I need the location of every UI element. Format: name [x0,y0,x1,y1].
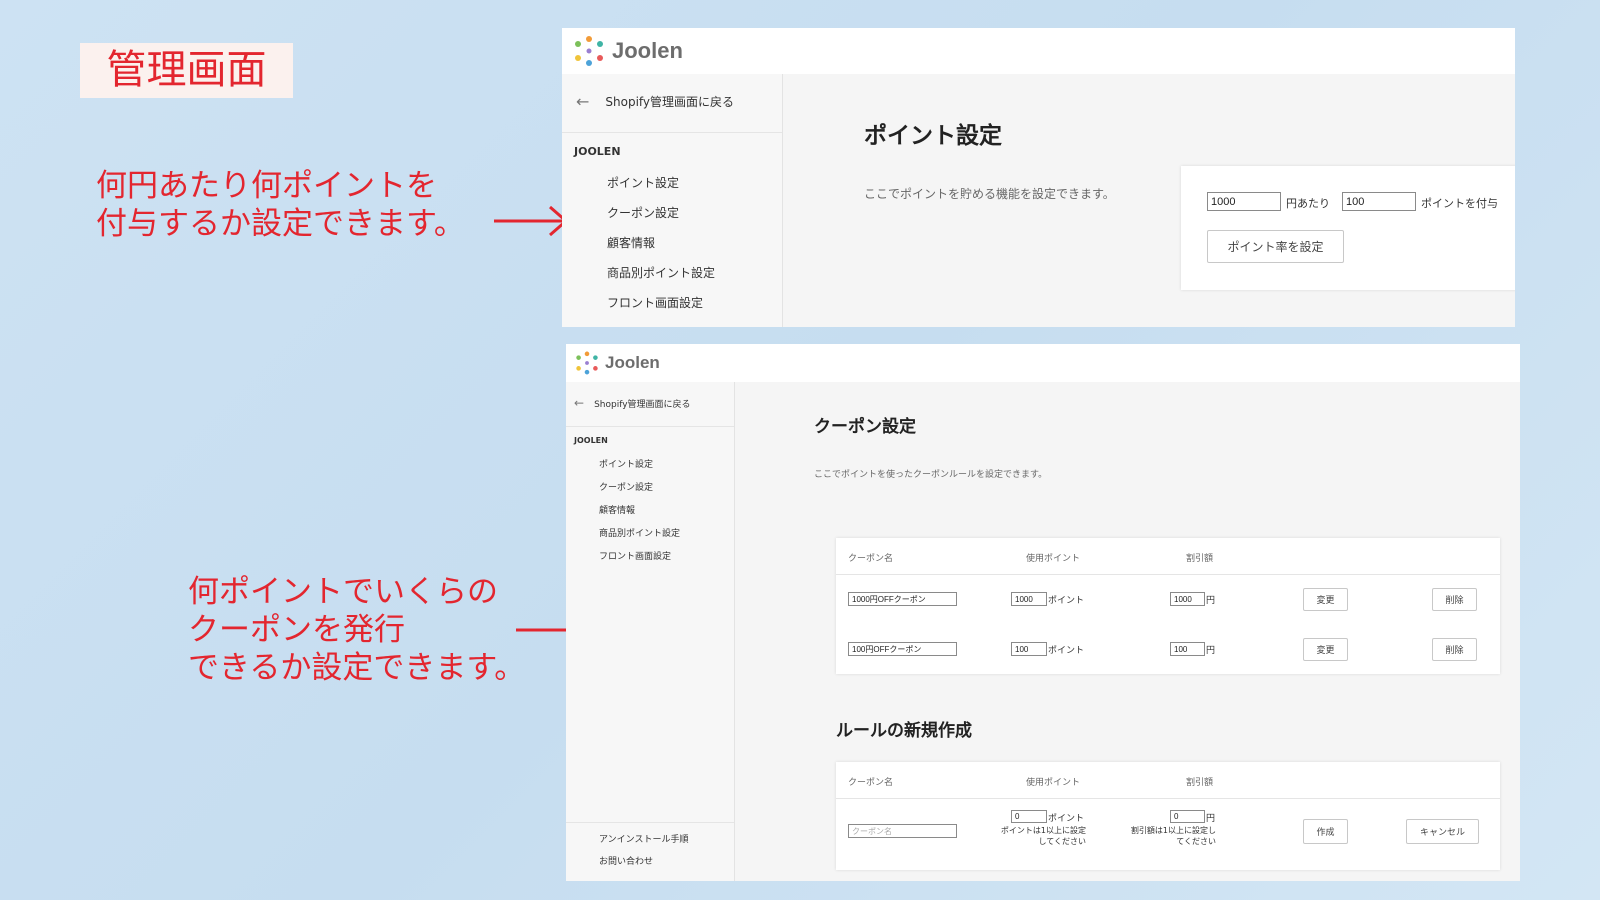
sidebar-item-points[interactable]: ポイント設定 [607,174,679,191]
annotation-coupons: 何ポイントでいくらの クーポンを発行 できるか設定できます。 [188,573,525,687]
sidebar-item-points[interactable]: ポイント設定 [599,457,653,470]
divider [836,574,1500,575]
hint-line: 割引額は1以上に設定し [1130,826,1216,835]
app-header: Joolen [562,28,1515,74]
set-point-rate-button[interactable]: ポイント率を設定 [1207,230,1344,263]
new-rule-heading: ルールの新規作成 [836,721,972,741]
annotation-line: クーポンを発行 [188,612,405,648]
logo-text: Joolen [612,38,683,63]
cancel-button[interactable]: キャンセル [1406,819,1479,844]
edit-coupon-button[interactable]: 変更 [1303,638,1348,661]
divider [836,798,1500,799]
sidebar: ← Shopify管理画面に戻る JOOLEN ポイント設定 クーポン設定 顧客… [566,382,735,881]
back-label: Shopify管理画面に戻る [605,95,735,109]
sidebar-item-front-settings[interactable]: フロント画面設定 [599,549,671,562]
hint-line: してください [1038,837,1086,846]
annotation-points: 何円あたり何ポイントを 付与するか設定できます。 [96,167,465,243]
coupon-points-input[interactable]: 1000 [1011,592,1047,606]
delete-coupon-button[interactable]: 削除 [1432,588,1477,611]
edit-coupon-button[interactable]: 変更 [1303,588,1348,611]
points-unit: ポイント [1048,596,1085,606]
sidebar-item-coupons[interactable]: クーポン設定 [599,480,653,493]
main-content: ポイント設定 ここでポイントを貯める機能を設定できます。 1000 円あたり 1… [783,74,1515,327]
sidebar-item-product-points[interactable]: 商品別ポイント設定 [599,526,680,539]
column-header-name: クーポン名 [848,554,894,564]
column-header-name: クーポン名 [848,778,894,788]
page-title: クーポン設定 [814,417,916,437]
page-title: ポイント設定 [864,123,1002,149]
annotation-line: できるか設定できます。 [188,650,526,686]
points-amount-input[interactable]: 100 [1342,192,1416,211]
column-header-points: 使用ポイント [1026,778,1081,788]
back-label: Shopify管理画面に戻る [594,399,691,410]
uninstall-guide-link[interactable]: アンインストール手順 [599,832,688,845]
create-rule-button[interactable]: 作成 [1303,819,1348,844]
yen-amount-input[interactable]: 1000 [1207,192,1281,211]
back-to-shopify-link[interactable]: ← Shopify管理画面に戻る [574,396,691,410]
yen-unit: 円 [1206,646,1216,656]
main-content: クーポン設定 ここでポイントを使ったクーポンルールを設定できます。 クーポン名 … [735,382,1520,881]
hint-line: ポイントは1以上に設定 [1000,826,1086,835]
new-points-input[interactable]: 0 [1011,810,1047,823]
coupon-points-input[interactable]: 100 [1011,642,1047,656]
coupon-name-input[interactable]: 100円OFFクーポン [848,642,957,656]
new-coupon-name-input[interactable]: クーポン名 [848,824,957,838]
sidebar-item-product-points[interactable]: 商品別ポイント設定 [607,264,715,281]
slide-title: 管理画面 [80,43,293,98]
arrow-left-icon: ← [576,92,590,111]
joolen-logo-icon [576,351,598,375]
arrow-left-icon: ← [574,396,585,410]
point-rate-card: 1000 円あたり 100 ポイントを付与 ポイント率を設定 [1181,166,1515,290]
divider [566,822,734,823]
points-hint: ポイントは1以上に設定 してください [982,825,1086,847]
sidebar-item-customers[interactable]: 顧客情報 [599,503,635,516]
points-unit: ポイント [1048,646,1085,656]
app-header: Joolen [566,344,1520,382]
page-description: ここでポイントを使ったクーポンルールを設定できます。 [814,470,1048,480]
coupon-table: クーポン名 使用ポイント 割引額 1000円OFFクーポン 1000 ポイント … [836,538,1500,674]
new-rule-form: クーポン名 使用ポイント 割引額 クーポン名 0 ポイント ポイントは1以上に設… [836,762,1500,870]
contact-link[interactable]: お問い合わせ [599,854,653,867]
arrow-right-icon [494,205,569,237]
coupon-name-input[interactable]: 1000円OFFクーポン [848,592,957,606]
divider [562,132,782,133]
annotation-line: 付与するか設定できます。 [96,206,465,242]
joolen-logo-icon [575,36,603,66]
delete-coupon-button[interactable]: 削除 [1432,638,1477,661]
back-to-shopify-link[interactable]: ← Shopify管理画面に戻る [576,92,734,111]
sidebar-section-label: JOOLEN [574,436,608,445]
page-description: ここでポイントを貯める機能を設定できます。 [864,187,1115,201]
points-settings-screenshot: Joolen ← Shopify管理画面に戻る JOOLEN ポイント設定 クー… [562,28,1515,327]
coupon-settings-screenshot: Joolen ← Shopify管理画面に戻る JOOLEN ポイント設定 クー… [566,344,1520,881]
points-unit: ポイント [1048,814,1085,824]
column-header-discount: 割引額 [1186,778,1214,788]
yen-suffix: 円あたり [1286,197,1330,210]
column-header-points: 使用ポイント [1026,554,1081,564]
yen-unit: 円 [1206,814,1216,824]
column-header-discount: 割引額 [1186,554,1214,564]
annotation-line: 何円あたり何ポイントを [96,168,437,204]
sidebar: ← Shopify管理画面に戻る JOOLEN ポイント設定 クーポン設定 顧客… [562,74,783,327]
divider [566,426,734,427]
coupon-discount-input[interactable]: 100 [1170,642,1205,656]
annotation-line: 何ポイントでいくらの [188,574,498,610]
hint-line: てください [1176,837,1216,846]
sidebar-item-coupons[interactable]: クーポン設定 [607,204,679,221]
new-discount-input[interactable]: 0 [1170,810,1205,823]
sidebar-item-front-settings[interactable]: フロント画面設定 [607,294,703,311]
sidebar-item-customers[interactable]: 顧客情報 [607,234,655,251]
logo-text: Joolen [605,353,660,372]
sidebar-section-label: JOOLEN [574,145,621,158]
coupon-discount-input[interactable]: 1000 [1170,592,1205,606]
yen-unit: 円 [1206,596,1216,606]
points-suffix: ポイントを付与 [1421,197,1498,210]
discount-hint: 割引額は1以上に設定し てください [1114,825,1216,847]
